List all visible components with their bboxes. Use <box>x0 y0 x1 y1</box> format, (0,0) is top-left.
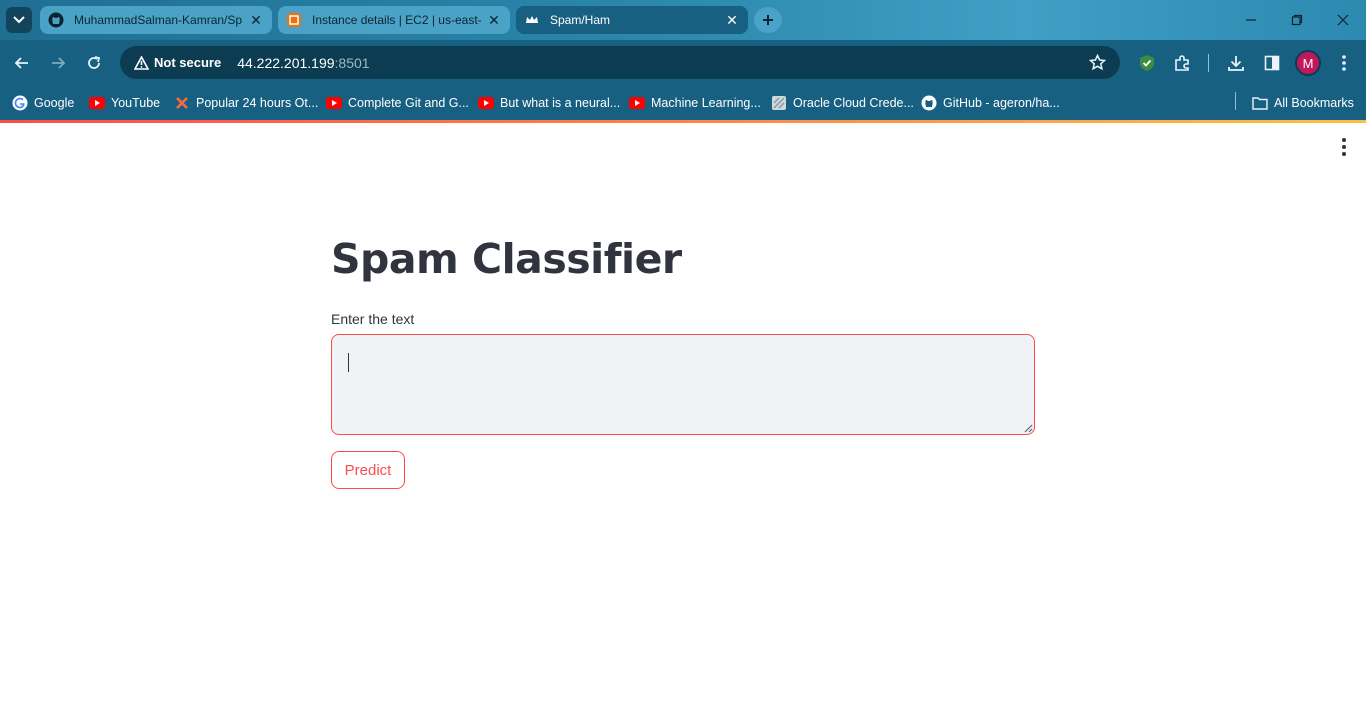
plus-icon <box>763 15 773 25</box>
page-title: Spam Classifier <box>331 235 682 283</box>
bookmark-ml[interactable]: Machine Learning... <box>629 92 761 114</box>
aws-icon <box>286 12 302 28</box>
reload-icon <box>88 56 101 69</box>
bookmark-oracle[interactable]: Oracle Cloud Crede... <box>771 92 914 114</box>
restore-icon <box>1291 14 1303 26</box>
close-icon[interactable]: ✕ <box>248 12 264 28</box>
arrow-right-icon <box>52 57 66 69</box>
profile-avatar[interactable]: M <box>1295 50 1321 76</box>
bookmark-label: But what is a neural... <box>500 96 621 110</box>
folder-icon <box>1252 95 1268 111</box>
close-window-button[interactable] <box>1320 0 1366 40</box>
bookmarks-bar: Google YouTube Popular 24 hours Ot... Co… <box>0 86 1366 120</box>
streamlit-crown-icon <box>524 12 540 28</box>
tab-github[interactable]: MuhammadSalman-Kamran/Sp ✕ <box>40 6 272 34</box>
youtube-icon <box>89 95 105 111</box>
download-icon[interactable] <box>1224 51 1248 75</box>
tab-search-button[interactable] <box>6 7 32 33</box>
text-input[interactable] <box>331 334 1035 435</box>
github-icon <box>921 95 937 111</box>
tab-ec2[interactable]: Instance details | EC2 | us-east- ✕ <box>278 6 510 34</box>
tab-spam-ham[interactable]: Spam/Ham ✕ <box>516 6 748 34</box>
youtube-icon <box>629 95 645 111</box>
url-host: 44.222.201.199 <box>237 54 335 71</box>
browser-menu-icon[interactable] <box>1332 51 1356 75</box>
bookmark-label: Popular 24 hours Ot... <box>196 96 319 110</box>
x-icon <box>174 95 190 111</box>
extensions-puzzle-icon[interactable] <box>1170 51 1194 75</box>
youtube-icon <box>326 95 342 111</box>
close-icon[interactable]: ✕ <box>724 12 740 28</box>
predict-button[interactable]: Predict <box>331 451 405 489</box>
forward-button[interactable] <box>46 51 70 75</box>
tab-title: Spam/Ham <box>550 13 611 27</box>
toolbar-divider <box>1208 54 1209 72</box>
bookmark-label: Machine Learning... <box>651 96 761 110</box>
input-label: Enter the text <box>331 311 415 327</box>
all-bookmarks-button[interactable]: All Bookmarks <box>1252 92 1354 114</box>
bookmark-label: Google <box>34 96 75 110</box>
new-tab-button[interactable] <box>754 7 782 33</box>
tab-title: MuhammadSalman-Kamran/Sp <box>74 13 243 27</box>
bookmark-label: Oracle Cloud Crede... <box>793 96 914 110</box>
bookmark-star-icon[interactable] <box>1088 53 1107 76</box>
bookmark-google[interactable]: Google <box>12 92 74 114</box>
youtube-icon <box>478 95 494 111</box>
close-icon[interactable]: ✕ <box>486 12 502 28</box>
back-button[interactable] <box>10 51 34 75</box>
side-panel-icon[interactable] <box>1260 51 1284 75</box>
bookmark-popular[interactable]: Popular 24 hours Ot... <box>174 92 318 114</box>
arrow-left-icon <box>14 57 28 69</box>
app-menu-icon[interactable] <box>1334 137 1354 157</box>
security-chip[interactable]: Not secure <box>128 50 227 75</box>
bookmark-neural[interactable]: But what is a neural... <box>478 92 620 114</box>
shield-extension-icon[interactable] <box>1135 51 1159 75</box>
bookmarks-divider <box>1235 92 1236 110</box>
url-port: :8501 <box>334 54 370 71</box>
resize-grip-icon[interactable] <box>1023 423 1033 433</box>
bookmark-label: YouTube <box>111 96 161 110</box>
security-label: Not secure <box>154 55 222 70</box>
url-text[interactable]: 44.222.201.199:8501 <box>237 55 369 71</box>
bookmark-label: All Bookmarks <box>1274 96 1354 110</box>
app-page: Spam Classifier Enter the text Predict <box>0 123 1366 725</box>
minimize-button[interactable] <box>1228 0 1274 40</box>
address-bar[interactable]: Not secure 44.222.201.199:8501 <box>120 46 1120 79</box>
tab-title: Instance details | EC2 | us-east- <box>312 13 482 27</box>
oracle-icon <box>771 95 787 111</box>
restore-button[interactable] <box>1274 0 1320 40</box>
chevron-down-icon <box>13 16 25 24</box>
github-icon <box>48 12 64 28</box>
tab-strip: MuhammadSalman-Kamran/Sp ✕ Instance deta… <box>0 0 1366 40</box>
text-cursor <box>348 353 349 372</box>
close-icon <box>1337 14 1349 26</box>
bookmark-label: Complete Git and G... <box>348 96 469 110</box>
bookmark-youtube[interactable]: YouTube <box>89 92 160 114</box>
google-icon <box>12 95 28 111</box>
bookmark-github[interactable]: GitHub - ageron/ha... <box>921 92 1060 114</box>
toolbar: Not secure 44.222.201.199:8501 M <box>0 40 1366 86</box>
bookmark-git-course[interactable]: Complete Git and G... <box>326 92 469 114</box>
minimize-icon <box>1246 19 1256 21</box>
warning-triangle-icon <box>134 55 149 70</box>
bookmark-label: GitHub - ageron/ha... <box>943 96 1060 110</box>
browser-chrome: MuhammadSalman-Kamran/Sp ✕ Instance deta… <box>0 0 1366 123</box>
reload-button[interactable] <box>82 51 106 75</box>
